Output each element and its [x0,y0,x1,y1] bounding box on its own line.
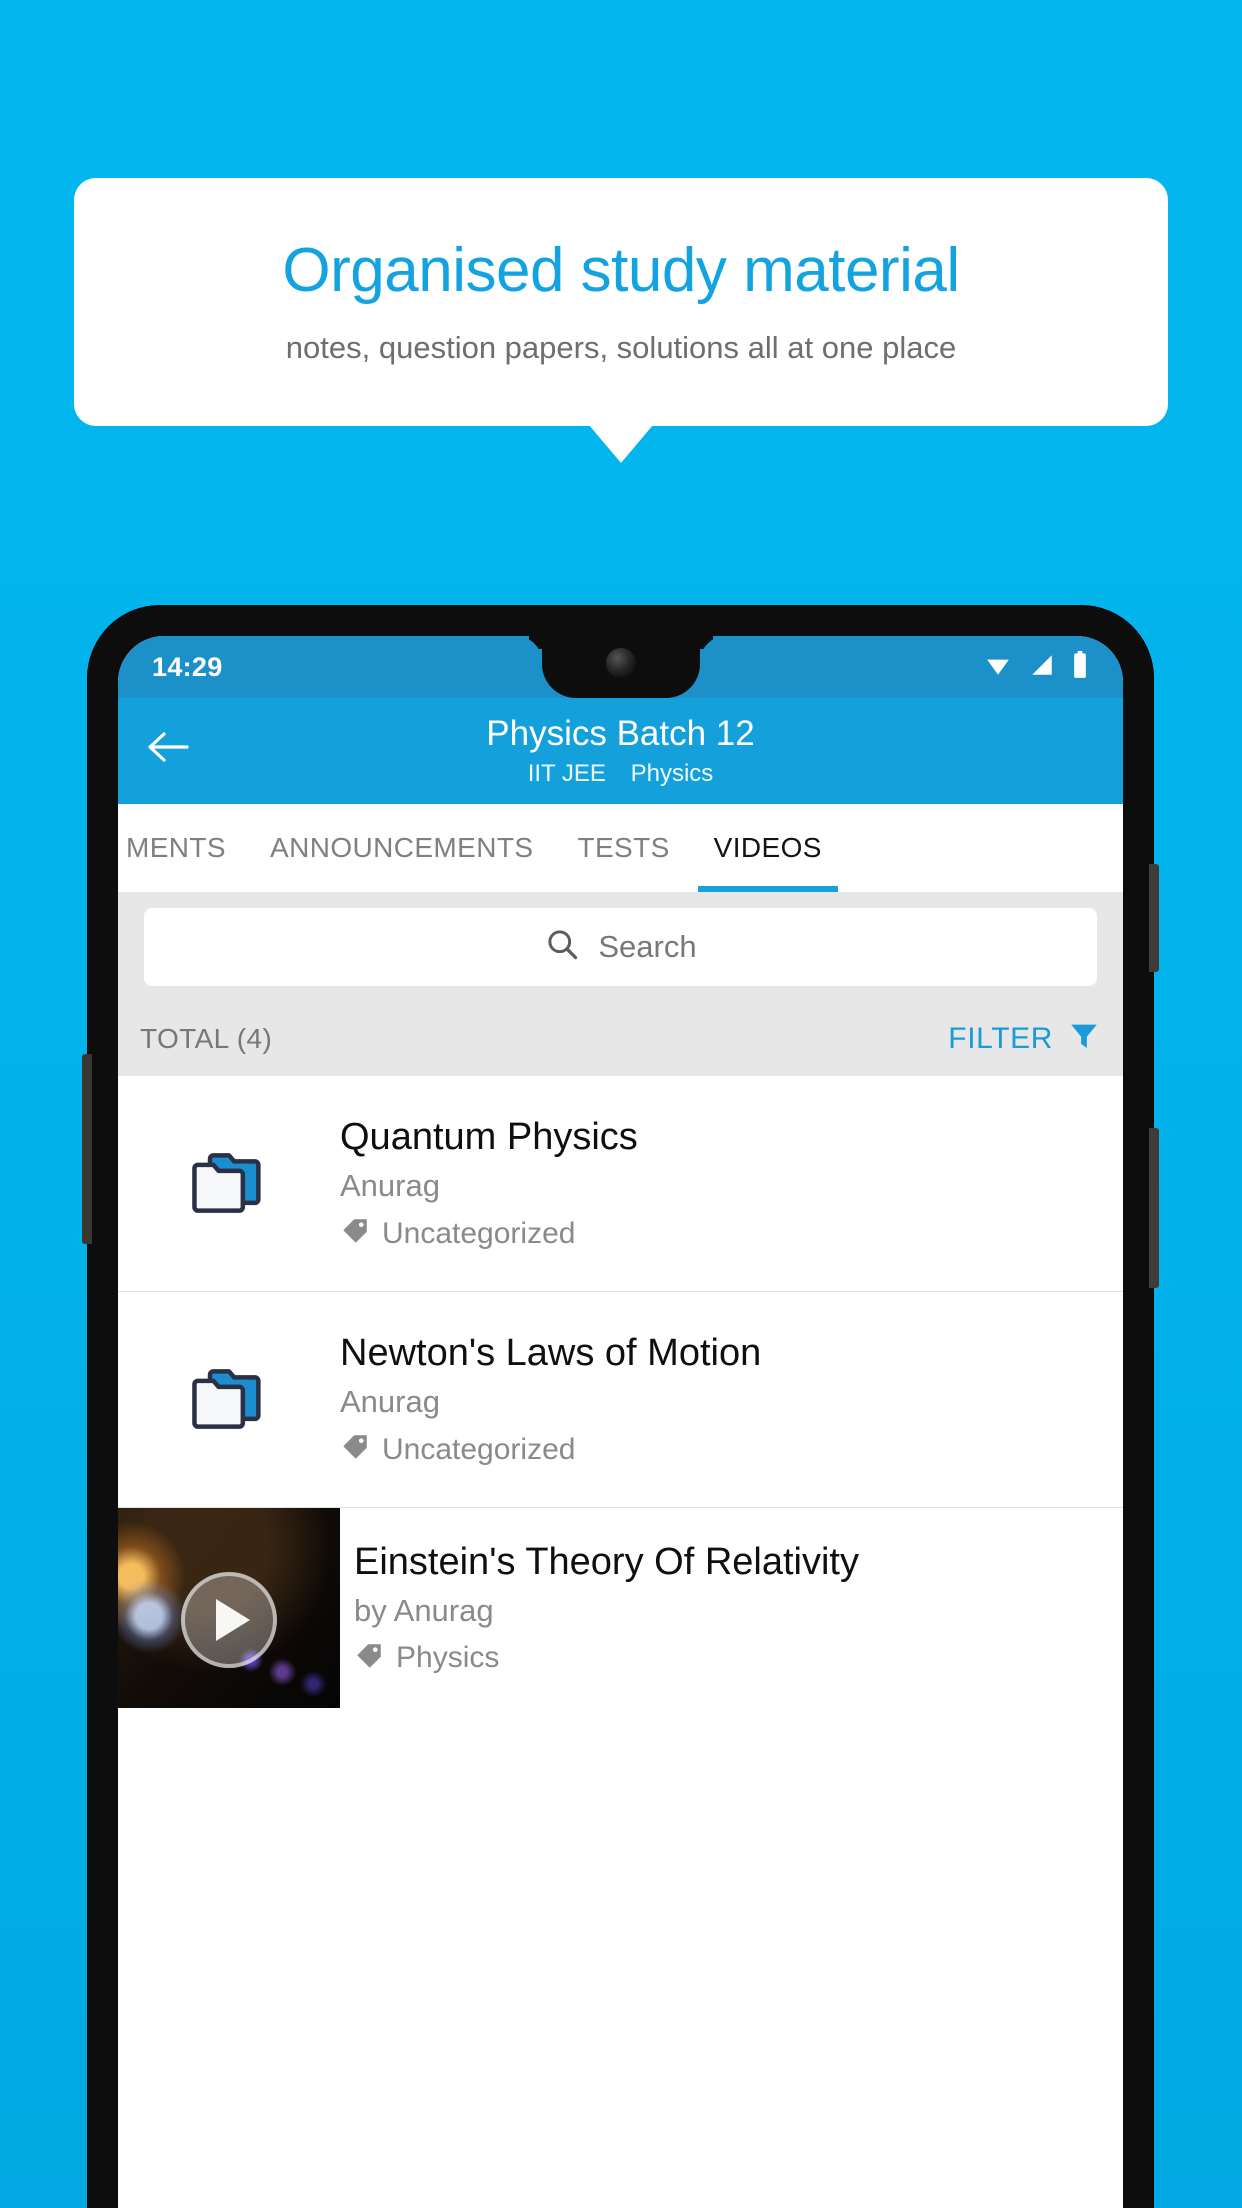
list-item[interactable]: Quantum Physics Anurag Uncategorized [118,1076,1123,1292]
tab-tests[interactable]: TESTS [555,804,691,892]
tab-announcements[interactable]: ANNOUNCEMENTS [248,804,555,892]
list-item-body: Einstein's Theory Of Relativity by Anura… [340,1508,879,1708]
filter-label: FILTER [948,1021,1053,1055]
tab-videos[interactable]: VIDEOS [692,804,844,892]
promo-screenshot: Organised study material notes, question… [0,0,1242,2208]
phone-power-button[interactable] [1149,1128,1159,1288]
tag-label: Uncategorized [382,1432,576,1466]
promo-bubble: Organised study material notes, question… [74,178,1168,426]
promo-bubble-tail [589,425,653,463]
promo-subtitle: notes, question papers, solutions all at… [285,329,957,365]
tab-bar: MENTS ANNOUNCEMENTS TESTS VIDEOS [118,803,1123,892]
list-header: TOTAL (4) FILTER [118,1001,1123,1076]
battery-icon [1071,650,1089,684]
phone-volume-button[interactable] [1149,864,1159,972]
search-section: Search [118,891,1123,1002]
video-list: Quantum Physics Anurag Uncategorized New… [118,1075,1123,1708]
list-item-author: Anurag [340,1168,440,1204]
phone-left-button[interactable] [82,1054,92,1244]
list-item-tag: Uncategorized [340,1432,761,1467]
search-placeholder: Search [598,928,697,964]
back-arrow-icon[interactable] [146,724,192,770]
status-icons [983,650,1089,684]
phone-notch [541,636,700,698]
list-item-body: Newton's Laws of Motion Anurag Uncategor… [340,1331,781,1467]
phone-screen: 14:29 Physics Batch 12 IIT JEE Physics M… [118,636,1123,2208]
tag-icon [340,1216,370,1251]
list-item[interactable]: Einstein's Theory Of Relativity by Anura… [118,1507,1123,1708]
search-icon [544,926,580,967]
tag-label: Physics [396,1641,500,1675]
total-count-label: TOTAL (4) [140,1022,273,1054]
folder-icon [118,1147,340,1219]
page-title: Physics Batch 12 [486,714,755,753]
tag-icon [340,1432,370,1467]
phone-mockup: 14:29 Physics Batch 12 IIT JEE Physics M… [82,606,1159,2208]
front-camera-icon [605,648,636,678]
search-input[interactable]: Search [144,907,1097,986]
subtitle-subject: Physics [630,759,714,787]
list-item-author: by Anurag [354,1592,494,1628]
filter-button[interactable]: FILTER [948,1019,1101,1058]
play-icon[interactable] [181,1571,277,1668]
wifi-icon [983,652,1013,683]
status-bar: 14:29 [118,636,1123,698]
tag-label: Uncategorized [382,1216,576,1250]
filter-funnel-icon [1067,1019,1101,1058]
signal-icon [1028,652,1056,683]
list-item-title: Quantum Physics [340,1116,638,1159]
app-bar: Physics Batch 12 IIT JEE Physics [118,698,1123,804]
subtitle-exam: IIT JEE [527,759,606,787]
folder-icon [118,1363,340,1435]
list-item-body: Quantum Physics Anurag Uncategorized [340,1115,658,1251]
tab-assignments[interactable]: MENTS [118,804,248,892]
promo-title: Organised study material [282,236,960,306]
tag-icon [354,1641,384,1676]
video-thumbnail[interactable] [118,1507,340,1708]
list-item-tag: Physics [354,1641,859,1676]
list-item-title: Newton's Laws of Motion [340,1332,762,1375]
app-bar-subtitle: IIT JEE Physics [118,760,1123,788]
list-item-tag: Uncategorized [340,1216,638,1251]
list-item-title: Einstein's Theory Of Relativity [354,1540,859,1583]
status-time: 14:29 [152,651,223,682]
list-item-author: Anurag [340,1384,440,1420]
list-item[interactable]: Newton's Laws of Motion Anurag Uncategor… [118,1292,1123,1508]
